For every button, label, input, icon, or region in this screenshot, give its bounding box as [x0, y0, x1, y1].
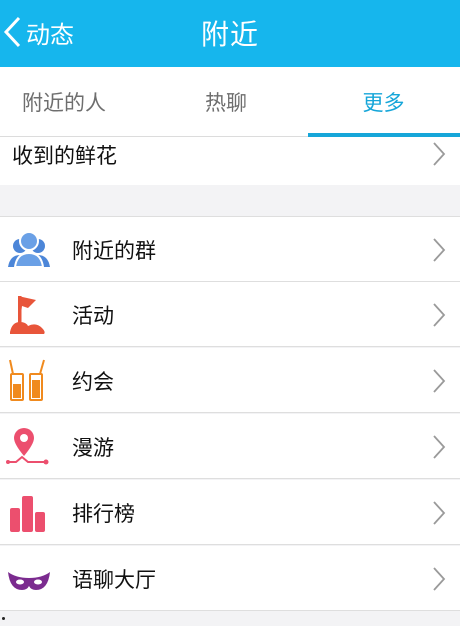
section-divider — [0, 185, 460, 217]
list-item-ranking[interactable]: 排行榜 — [0, 480, 460, 545]
tab-hot-chat[interactable]: 热聊 — [153, 67, 306, 136]
list-item-label: 附近的群 — [72, 238, 156, 263]
tab-nearby-people[interactable]: 附近的人 — [0, 67, 153, 136]
group-icon — [8, 231, 50, 268]
list-item-nearby-groups[interactable]: 附近的群 — [0, 217, 460, 282]
top-bar: 动态 附近 — [0, 0, 460, 67]
chevron-right-icon — [433, 142, 446, 166]
list-item-voice-chat-hall[interactable]: 语聊大厅 — [0, 546, 460, 611]
list-item-label: 活动 — [72, 303, 114, 328]
list-item-label: 排行榜 — [72, 501, 135, 526]
list-item-dating[interactable]: 约会 — [0, 348, 460, 413]
list-item-received-flowers[interactable]: 收到的鲜花 — [0, 137, 460, 185]
drinks-icon — [9, 359, 45, 401]
mask-icon — [8, 572, 50, 590]
chevron-right-icon — [433, 567, 446, 591]
tab-more[interactable]: 更多 — [307, 67, 460, 136]
chevron-right-icon — [433, 303, 446, 327]
list-item-label: 语聊大厅 — [72, 567, 156, 592]
list-item-label: 收到的鲜花 — [12, 144, 117, 168]
list-item-label: 约会 — [72, 369, 114, 394]
list-item-label: 漫游 — [72, 435, 114, 460]
tab-bar: 附近的人 热聊 更多 — [0, 67, 460, 137]
list-item-roaming[interactable]: 漫游 — [0, 414, 460, 479]
scroll-indicator-dot — [2, 617, 5, 620]
chevron-right-icon — [433, 369, 446, 393]
location-pin-icon — [6, 428, 49, 465]
chevron-right-icon — [433, 238, 446, 262]
list-item-activities[interactable]: 活动 — [0, 282, 460, 347]
flag-icon — [10, 296, 45, 334]
chevron-right-icon — [433, 435, 446, 459]
ranking-bars-icon — [10, 496, 45, 532]
page-title: 附近 — [200, 18, 259, 51]
chevron-right-icon — [433, 501, 446, 525]
